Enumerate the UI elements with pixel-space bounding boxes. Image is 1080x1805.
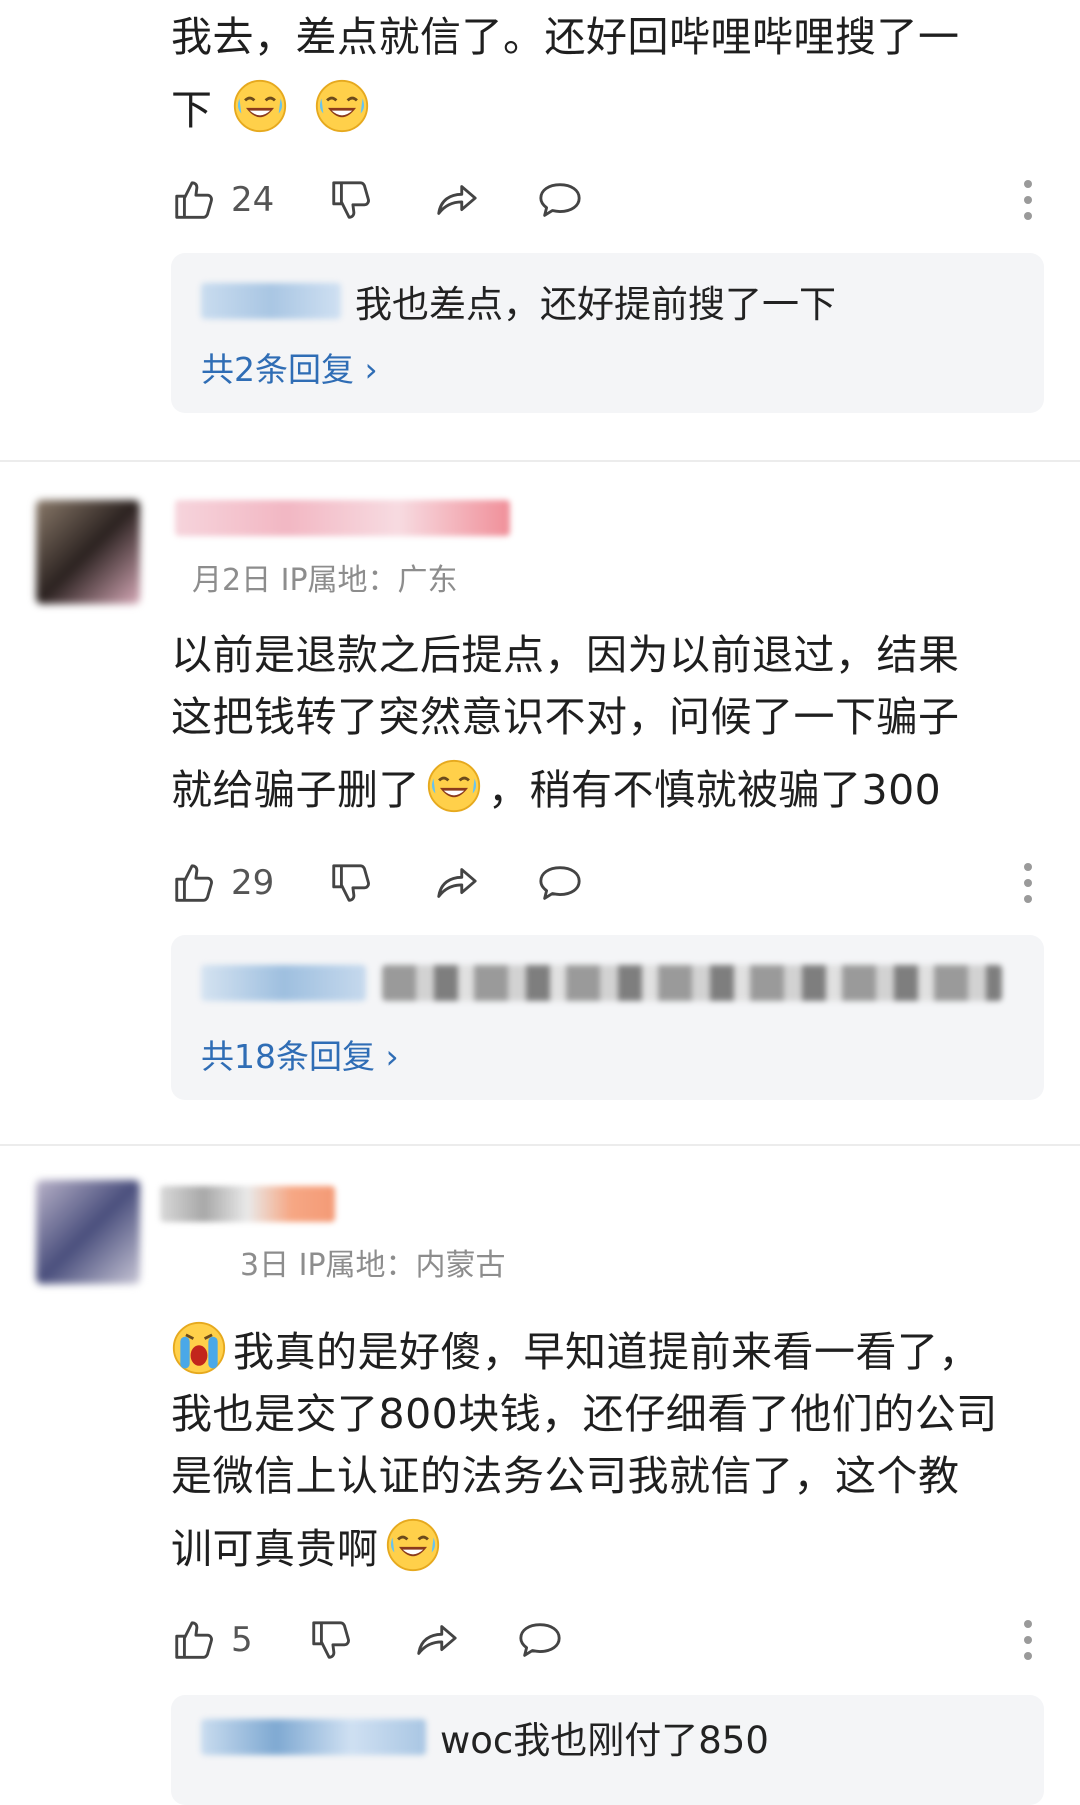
comment-2-line-1: 以前是退款之后提点，因为以前退过，结果 xyxy=(171,631,960,679)
reply-username-blurred xyxy=(201,283,341,319)
like-count: 29 xyxy=(231,863,275,903)
thumbs-down-icon xyxy=(308,1617,354,1663)
share-icon xyxy=(413,1617,459,1663)
comment-3-actions: 5 xyxy=(171,1612,1040,1668)
reply-box-1[interactable]: 我也差点，还好提前搜了一下 共2条回复 › xyxy=(171,253,1044,413)
thumbs-up-icon xyxy=(171,860,217,906)
comment-icon xyxy=(537,177,583,223)
more-vertical-icon[interactable] xyxy=(1016,172,1040,228)
comment-2-text: 以前是退款之后提点，因为以前退过，结果 这把钱转了突然意识不对，问候了一下骗子 … xyxy=(171,624,1040,821)
comment-3-line-3: 是微信上认证的法务公司我就信了，这个教 xyxy=(171,1452,960,1500)
comment-button[interactable] xyxy=(517,1612,563,1668)
reply-text: 我也差点，还好提前搜了一下 xyxy=(355,283,836,326)
like-count: 24 xyxy=(231,180,275,220)
comment-icon xyxy=(517,1617,563,1663)
thumbs-down-icon xyxy=(328,860,374,906)
comment-2-actions: 29 xyxy=(171,855,1040,911)
username-blurred[interactable] xyxy=(175,500,510,536)
laugh-cry-emoji xyxy=(314,78,370,134)
dislike-button[interactable] xyxy=(328,855,374,911)
comment-1-line-2: 下 xyxy=(171,86,213,134)
comment-meta: 3日 IP属地：内蒙古 xyxy=(240,1248,506,1283)
reply-preview: 我也差点，还好提前搜了一下 xyxy=(201,275,836,327)
comment-3-line-1: 我真的是好傻，早知道提前来看一看了， xyxy=(233,1328,980,1376)
thumbs-up-icon xyxy=(171,177,217,223)
laugh-cry-emoji xyxy=(232,78,288,134)
share-button[interactable] xyxy=(433,172,479,228)
thumbs-down-icon xyxy=(328,177,374,223)
avatar[interactable] xyxy=(36,500,140,604)
comment-meta: 月2日 IP属地：广东 xyxy=(192,563,458,598)
reply-text: woc我也刚付了850 xyxy=(440,1719,769,1762)
laugh-cry-emoji xyxy=(426,758,482,814)
reply-count-link[interactable]: 共18条回复 › xyxy=(201,1030,399,1078)
reply-username-blurred xyxy=(201,1719,426,1755)
comment-divider xyxy=(0,460,1080,462)
comment-1-line-1: 我去，差点就信了。还好回哔哩哔哩搜了一 xyxy=(171,13,960,61)
crying-emoji xyxy=(171,1320,227,1376)
comment-button[interactable] xyxy=(537,172,583,228)
comment-3-line-4: 训可真贵啊 xyxy=(171,1525,379,1573)
thumbs-up-icon xyxy=(171,1617,217,1663)
username-blurred[interactable] xyxy=(160,1186,335,1222)
more-vertical-icon[interactable] xyxy=(1016,855,1040,911)
avatar[interactable] xyxy=(36,1180,140,1284)
share-button[interactable] xyxy=(433,855,479,911)
more-vertical-icon[interactable] xyxy=(1016,1612,1040,1668)
comment-3-text: 我真的是好傻，早知道提前来看一看了， 我也是交了800块钱，还仔细看了他们的公司… xyxy=(171,1320,1040,1580)
comment-2-line-2: 这把钱转了突然意识不对，问候了一下骗子 xyxy=(171,693,960,741)
reply-box-2[interactable]: 共18条回复 › xyxy=(171,935,1044,1100)
comment-icon xyxy=(537,860,583,906)
comment-3-line-2: 我也是交了800块钱，还仔细看了他们的公司 xyxy=(171,1390,998,1438)
comment-2-line-3a: 就给骗子删了 xyxy=(171,766,420,814)
comment-button[interactable] xyxy=(537,855,583,911)
reply-preview xyxy=(201,957,1002,1009)
like-button[interactable]: 24 xyxy=(171,172,274,228)
dislike-button[interactable] xyxy=(328,172,374,228)
reply-count-link[interactable]: 共2条回复 › xyxy=(201,343,378,391)
share-icon xyxy=(433,177,479,223)
reply-preview: woc我也刚付了850 xyxy=(201,1711,769,1763)
comment-2-line-3b: ，稍有不慎就被骗了300 xyxy=(488,766,942,814)
laugh-cry-emoji xyxy=(385,1517,441,1573)
comment-divider xyxy=(0,1144,1080,1146)
comment-1-actions: 24 xyxy=(171,172,1040,228)
like-button[interactable]: 5 xyxy=(171,1612,253,1668)
like-count: 5 xyxy=(231,1620,253,1660)
like-button[interactable]: 29 xyxy=(171,855,274,911)
reply-username-blurred xyxy=(201,965,366,1001)
reply-text-blurred xyxy=(382,965,1002,1001)
share-button[interactable] xyxy=(413,1612,459,1668)
reply-box-3[interactable]: woc我也刚付了850 xyxy=(171,1695,1044,1805)
comment-1-text: 我去，差点就信了。还好回哔哩哔哩搜了一 下 xyxy=(171,6,1040,141)
dislike-button[interactable] xyxy=(308,1612,354,1668)
share-icon xyxy=(433,860,479,906)
